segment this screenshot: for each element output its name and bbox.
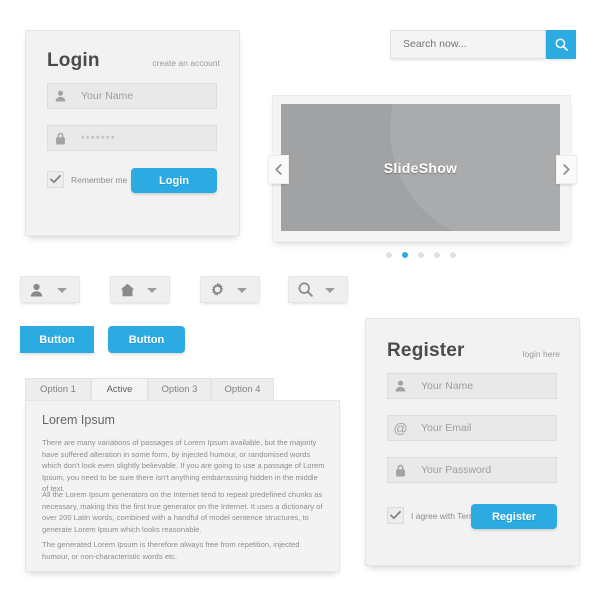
- search-icon: [555, 38, 568, 51]
- login-password-field[interactable]: *******: [47, 125, 217, 151]
- slideshow-dot-3[interactable]: [417, 252, 424, 258]
- register-name-placeholder: Your Name: [421, 380, 474, 392]
- chevron-left-icon: [275, 164, 282, 175]
- user-icon: [48, 84, 73, 108]
- register-email-placeholder: Your Email: [421, 422, 472, 434]
- register-password-field[interactable]: Your Password: [387, 457, 557, 483]
- dropdown-search[interactable]: [288, 276, 348, 303]
- slideshow-dot-1[interactable]: [385, 252, 392, 258]
- login-here-link[interactable]: login here: [523, 349, 560, 359]
- search-field[interactable]: [390, 30, 546, 59]
- tab-panel-title: Lorem Ipsum: [42, 413, 115, 427]
- tab-paragraph-1: There are many variations of passages of…: [42, 438, 325, 493]
- search-button[interactable]: [546, 30, 576, 59]
- check-icon: [50, 175, 61, 184]
- gear-icon: [210, 277, 225, 302]
- agree-terms-checkbox[interactable]: [387, 507, 404, 524]
- button-square[interactable]: Button: [20, 326, 94, 353]
- slideshow-panel: SlideShow: [272, 95, 571, 242]
- chevron-down-icon: [325, 288, 335, 293]
- register-panel: Register login here Your Name @ Your Ema…: [365, 318, 580, 566]
- chevron-right-icon: [563, 164, 570, 175]
- create-account-link[interactable]: create an account: [152, 58, 220, 68]
- slideshow-dot-2[interactable]: [401, 252, 408, 258]
- search-input[interactable]: [403, 31, 538, 58]
- register-title: Register: [387, 340, 465, 361]
- tab-paragraph-3: The generated Lorem Ipsum is therefore a…: [42, 540, 300, 561]
- slideshow-dot-4[interactable]: [433, 252, 440, 258]
- check-icon: [390, 511, 401, 520]
- search-icon: [298, 277, 313, 302]
- dropdown-settings[interactable]: [200, 276, 260, 303]
- dropdown-home[interactable]: [110, 276, 170, 303]
- chevron-down-icon: [147, 288, 157, 293]
- slideshow-label: SlideShow: [383, 159, 458, 176]
- tab-2[interactable]: Active: [91, 378, 148, 400]
- slideshow-dots: [272, 252, 569, 258]
- button-rounded[interactable]: Button: [108, 326, 185, 353]
- slideshow-dot-5[interactable]: [449, 252, 456, 258]
- remember-me-label: Remember me: [71, 175, 128, 185]
- slideshow-next-button[interactable]: [556, 155, 577, 184]
- login-submit-button[interactable]: Login: [131, 168, 217, 193]
- login-title: Login: [47, 50, 100, 71]
- register-email-field[interactable]: @ Your Email: [387, 415, 557, 441]
- dropdown-user[interactable]: [20, 276, 80, 303]
- lock-icon: [388, 458, 413, 482]
- chevron-down-icon: [237, 288, 247, 293]
- agree-terms-label: I agree with Terms: [411, 511, 481, 521]
- login-password-value: *******: [81, 134, 117, 144]
- tab-content-panel: Lorem Ipsum There are many variations of…: [25, 400, 340, 572]
- register-name-field[interactable]: Your Name: [387, 373, 557, 399]
- user-icon: [388, 374, 413, 398]
- register-submit-button[interactable]: Register: [471, 504, 557, 529]
- tab-3[interactable]: Option 3: [148, 378, 211, 400]
- search-bar: [390, 30, 576, 59]
- slideshow-prev-button[interactable]: [268, 155, 289, 184]
- slideshow-stage[interactable]: SlideShow: [281, 104, 560, 231]
- login-panel: Login create an account Your Name ******…: [25, 30, 240, 236]
- at-icon: @: [393, 420, 408, 436]
- tab-1[interactable]: Option 1: [25, 378, 91, 400]
- register-password-placeholder: Your Password: [421, 464, 492, 476]
- tab-paragraph-2: All the Lorem Ipsum generators on the In…: [42, 490, 323, 534]
- user-icon: [30, 277, 43, 302]
- login-name-field[interactable]: Your Name: [47, 83, 217, 109]
- remember-me-checkbox[interactable]: [47, 171, 64, 188]
- home-icon: [120, 277, 135, 302]
- tab-4[interactable]: Option 4: [211, 378, 274, 400]
- lock-icon: [48, 126, 73, 150]
- chevron-down-icon: [57, 288, 67, 293]
- login-name-placeholder: Your Name: [81, 90, 134, 102]
